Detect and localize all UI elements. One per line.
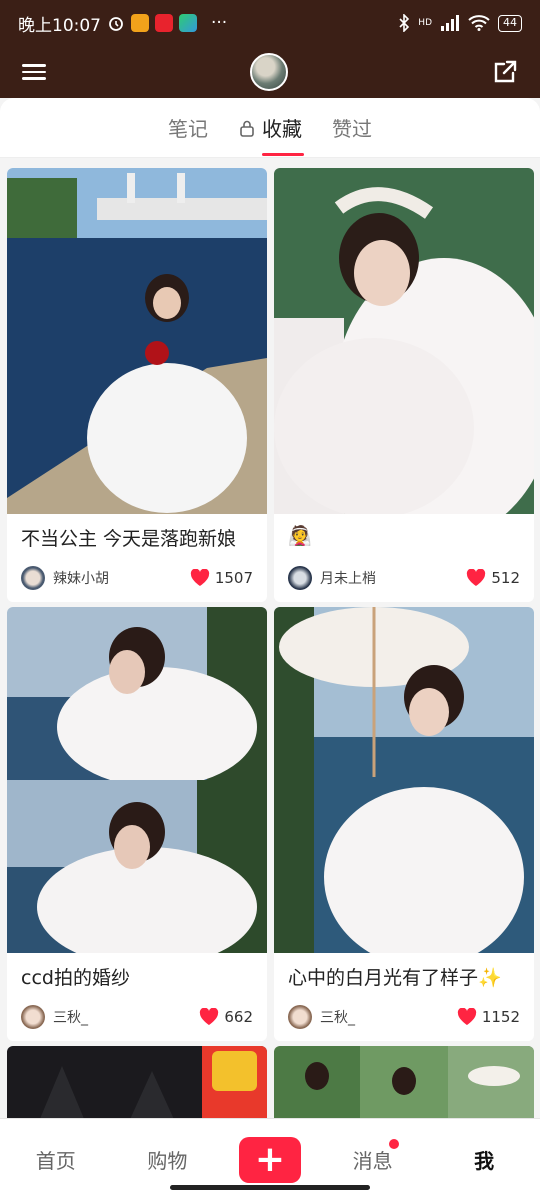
like-count: 662 [224,1008,253,1026]
like-button[interactable]: 512 [466,569,520,587]
author-name[interactable]: 月未上梢 [320,568,466,588]
like-count: 1152 [481,1008,520,1026]
nav-messages-label: 消息 [352,1149,393,1173]
signal-icon [441,15,459,31]
heart-icon [467,569,486,586]
card-meta: 三秋_ 662 [7,995,267,1041]
like-count: 512 [491,569,520,587]
author-name[interactable]: 三秋_ [320,1007,457,1027]
card-title: 不当公主 今天是落跑新娘 [21,528,237,550]
heart-icon [190,569,209,586]
note-card[interactable]: 👰 月未上梢 512 [274,168,534,602]
author-avatar[interactable] [21,566,45,590]
tab-label: 收藏 [262,117,302,141]
app-notification-icon [155,14,173,32]
card-cover-image [7,607,267,953]
author-avatar[interactable] [288,566,312,590]
alarm-icon [109,17,123,31]
card-title: ccd拍的婚纱 [21,967,130,989]
profile-tabs: 笔记 收藏 赞过 [0,98,540,158]
card-title: 心中的白月光有了样子✨ [288,967,502,989]
note-card[interactable]: ccd拍的婚纱 三秋_ 662 [7,607,267,1041]
tab-label: 笔记 [168,117,208,141]
card-cover-image [274,607,534,953]
card-cover-image [7,1046,267,1118]
bluetooth-icon [399,14,410,32]
like-button[interactable]: 662 [199,1008,253,1026]
like-count: 1507 [214,569,253,587]
notification-dot [388,1139,399,1149]
app-notification-icon [179,14,197,32]
note-card[interactable]: 不当公主 今天是落跑新娘 辣妹小胡 1507 [7,168,267,602]
more-notifications-icon: ··· [211,13,228,33]
status-time: 晚上10:07 [18,15,101,36]
tab-label: 赞过 [332,117,372,141]
like-button[interactable]: 1152 [457,1008,520,1026]
card-cover-image [274,1046,534,1118]
like-button[interactable]: 1507 [190,569,253,587]
share-icon[interactable] [492,59,518,85]
avatar[interactable] [250,53,288,91]
nav-home[interactable]: 首页 [16,1145,96,1174]
battery-icon: 44 [498,14,522,32]
collection-feed: 不当公主 今天是落跑新娘 辣妹小胡 1507 👰 月未上梢 512 ccd拍的婚… [0,158,540,1118]
card-meta: 月未上梢 512 [274,556,534,602]
status-bar: 晚上10:07 ··· HD 44 [0,0,540,46]
app-notification-icon [131,14,149,32]
home-indicator[interactable] [170,1185,370,1190]
author-avatar[interactable] [288,1005,312,1029]
network-label: HD [418,18,432,28]
note-card[interactable] [274,1046,534,1118]
tab-liked[interactable]: 赞过 [332,113,372,142]
author-avatar[interactable] [21,1005,45,1029]
author-name[interactable]: 三秋_ [53,1007,199,1027]
nav-me[interactable]: 我 [444,1145,524,1174]
card-meta: 辣妹小胡 1507 [7,556,267,602]
lock-icon [240,120,254,137]
author-name[interactable]: 辣妹小胡 [53,568,190,588]
card-title: 👰 [288,525,312,547]
note-card[interactable]: 心中的白月光有了样子✨ 三秋_ 1152 [274,607,534,1041]
card-meta: 三秋_ 1152 [274,995,534,1041]
wifi-icon [468,15,490,31]
profile-header [0,46,540,98]
tab-notes[interactable]: 笔记 [168,113,208,142]
nav-messages[interactable]: 消息 [333,1139,413,1174]
heart-icon [457,1008,476,1025]
card-cover-image [7,168,267,514]
heart-icon [200,1008,219,1025]
note-card[interactable] [7,1046,267,1118]
tab-collections[interactable]: 收藏 [238,113,304,156]
nav-shop[interactable]: 购物 [127,1145,207,1174]
publish-button[interactable]: + [238,1136,301,1183]
card-cover-image [274,168,534,514]
menu-icon[interactable] [22,60,46,84]
